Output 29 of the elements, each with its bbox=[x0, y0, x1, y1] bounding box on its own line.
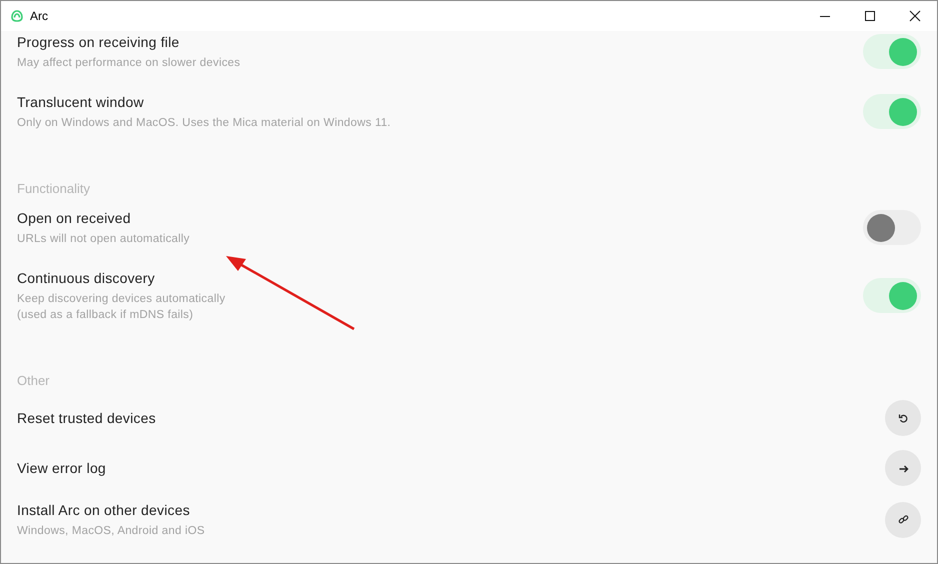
setting-description: Keep discovering devices automatically bbox=[17, 292, 226, 307]
setting-description: Only on Windows and MacOS. Uses the Mica material on Windows 11. bbox=[17, 116, 391, 131]
toggle-switch[interactable] bbox=[863, 34, 921, 69]
toggle-switch[interactable] bbox=[863, 210, 921, 245]
setting-title: Install Arc on other devices bbox=[17, 501, 190, 520]
setting-title: View error log bbox=[17, 459, 106, 478]
setting-title: Continuous discovery bbox=[17, 269, 155, 288]
arrow-right-icon bbox=[898, 462, 908, 474]
undo-icon bbox=[898, 412, 908, 424]
close-icon bbox=[908, 10, 920, 22]
app-logo-icon bbox=[11, 10, 23, 22]
setting-title: Translucent window bbox=[17, 93, 144, 112]
toggle-switch[interactable] bbox=[863, 278, 921, 313]
setting-title: Open on received bbox=[17, 209, 131, 228]
setting-description: URLs will not open automatically bbox=[17, 232, 190, 247]
action-button[interactable] bbox=[885, 502, 921, 538]
section-header: Other bbox=[17, 372, 50, 390]
action-button[interactable] bbox=[885, 400, 921, 436]
section-header: Functionality bbox=[17, 180, 90, 198]
link-icon bbox=[898, 514, 908, 525]
action-button[interactable] bbox=[885, 450, 921, 486]
maximize-icon bbox=[864, 10, 876, 22]
window-title: Arc bbox=[30, 9, 48, 23]
setting-title: Progress on receiving file bbox=[17, 33, 180, 52]
toggle-switch[interactable] bbox=[863, 94, 921, 129]
setting-description: (used as a fallback if mDNS fails) bbox=[17, 308, 194, 323]
setting-title: Reset trusted devices bbox=[17, 409, 156, 428]
setting-description: May affect performance on slower devices bbox=[17, 56, 240, 71]
setting-description: Windows, MacOS, Android and iOS bbox=[17, 524, 205, 539]
